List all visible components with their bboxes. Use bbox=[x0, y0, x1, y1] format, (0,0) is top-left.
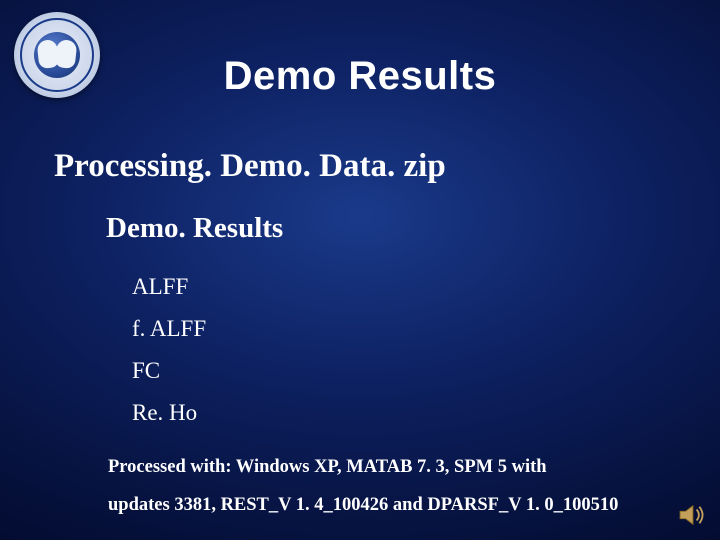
speaker-icon bbox=[678, 504, 706, 526]
slide-title: Demo Results bbox=[0, 54, 720, 99]
heading-level-2: Demo. Results bbox=[106, 212, 283, 245]
list-item: ALFF bbox=[132, 266, 206, 308]
list-item: FC bbox=[132, 350, 206, 392]
footer-line: Processed with: Windows XP, MATAB 7. 3, … bbox=[108, 448, 618, 486]
result-list: ALFF f. ALFF FC Re. Ho bbox=[132, 266, 206, 434]
heading-level-1: Processing. Demo. Data. zip bbox=[54, 148, 446, 185]
list-item: Re. Ho bbox=[132, 392, 206, 434]
slide: Demo Results Processing. Demo. Data. zip… bbox=[0, 0, 720, 540]
processing-footer: Processed with: Windows XP, MATAB 7. 3, … bbox=[108, 448, 618, 524]
list-item: f. ALFF bbox=[132, 308, 206, 350]
footer-line: updates 3381, REST_V 1. 4_100426 and DPA… bbox=[108, 486, 618, 524]
